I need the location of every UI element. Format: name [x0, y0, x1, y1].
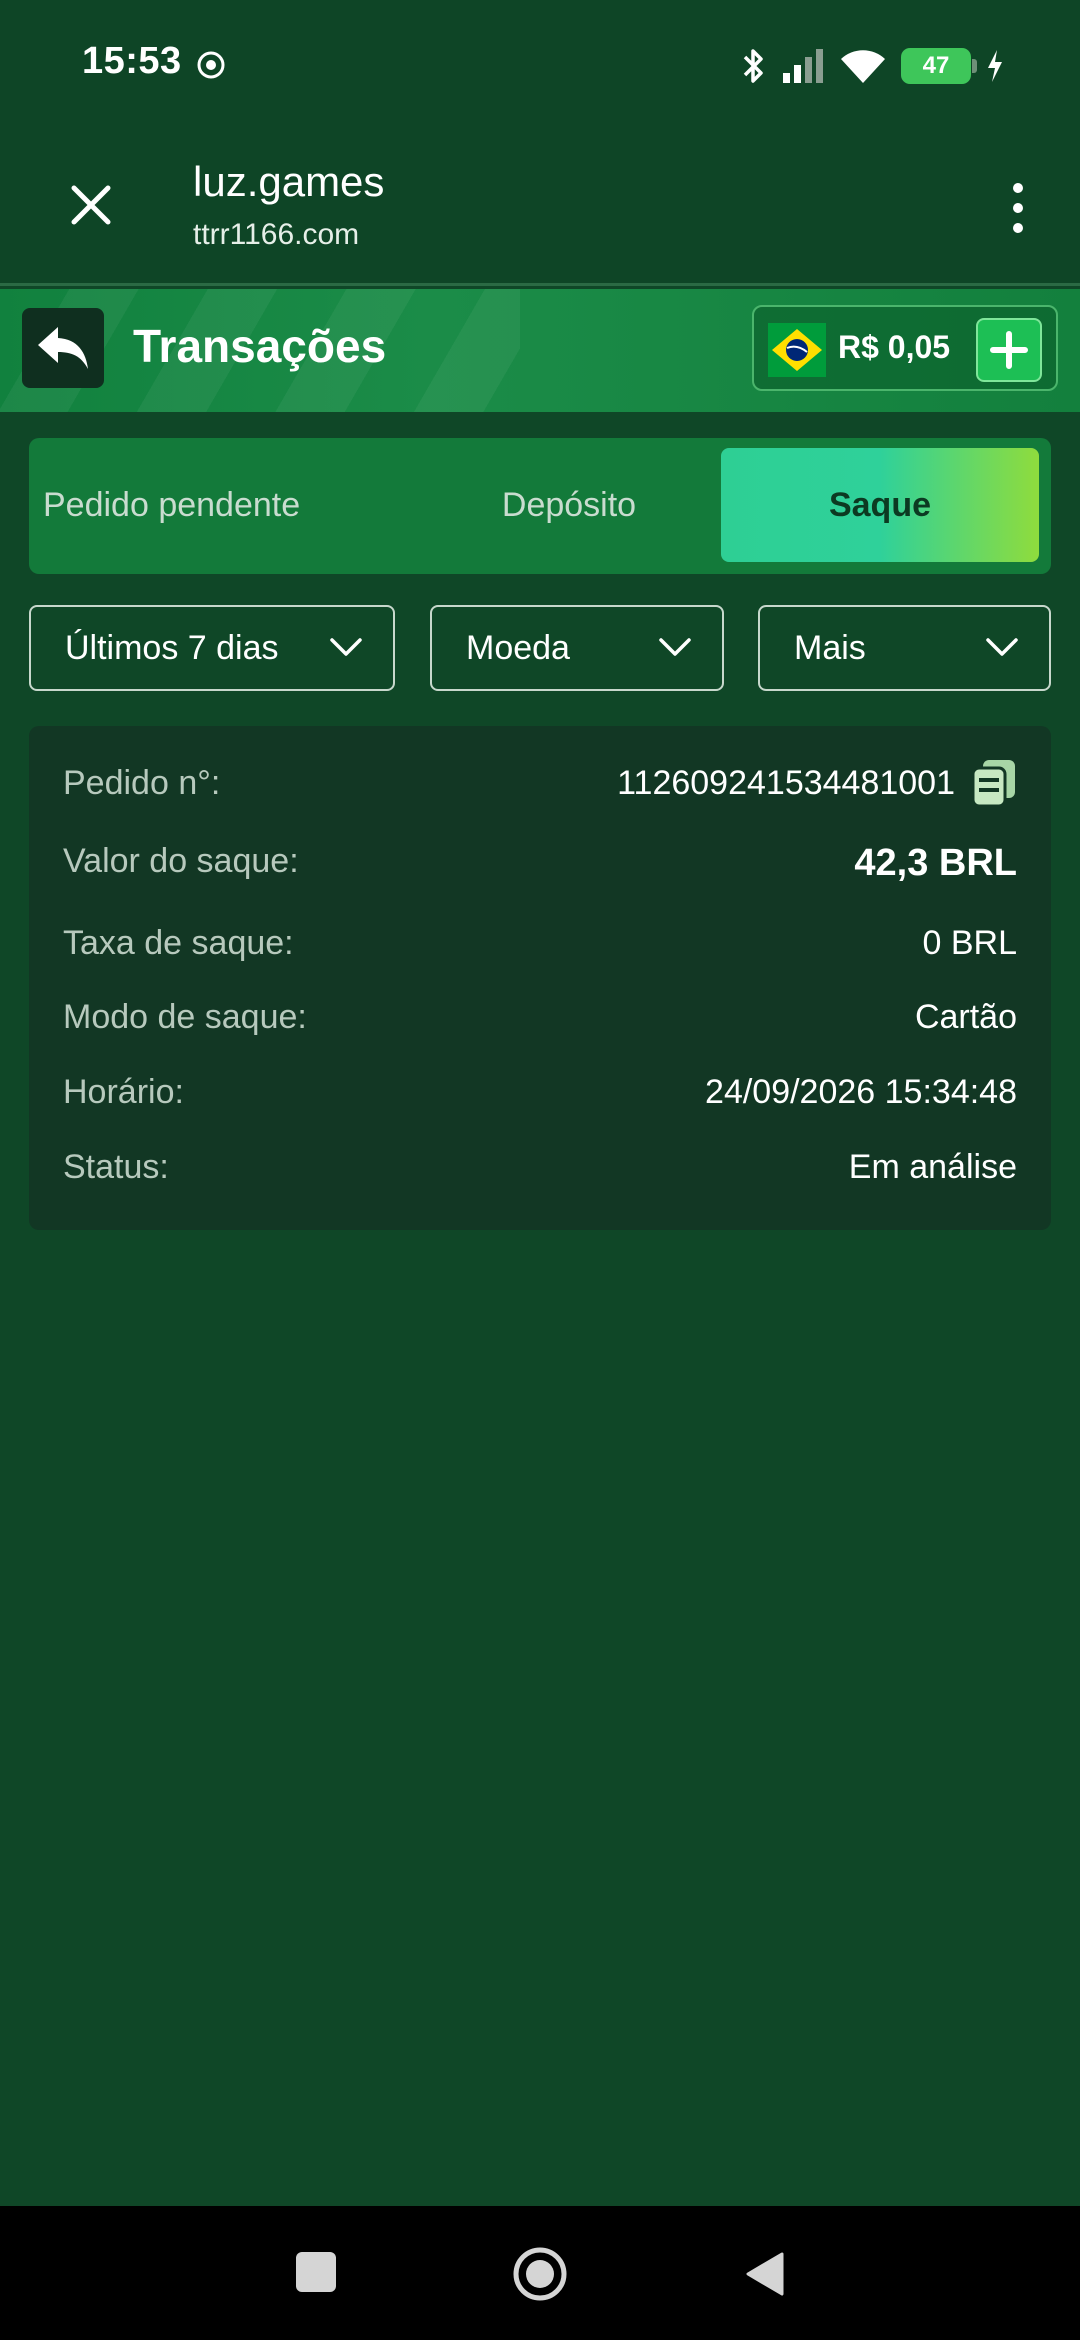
home-button[interactable]: [512, 2246, 568, 2302]
chevron-down-icon: [659, 638, 691, 656]
tab-label: Saque: [828, 485, 932, 524]
bluetooth-icon: [743, 49, 763, 83]
status-bar: 15:53 47: [0, 0, 1080, 130]
more-label: Mais: [794, 628, 866, 667]
tab-withdrawal[interactable]: Saque: [721, 448, 1039, 562]
tab-pending-order[interactable]: Pedido pendente: [43, 448, 373, 562]
period-dropdown[interactable]: Últimos 7 dias: [29, 605, 395, 691]
balance-amount: R$ 0,05: [838, 329, 951, 365]
browser-toolbar: luz.games ttrr1166.com: [0, 130, 1080, 286]
back-nav-button[interactable]: [744, 2250, 786, 2298]
site-url: ttrr1166.com: [193, 218, 360, 251]
chevron-down-icon: [330, 638, 362, 656]
tab-label: Pedido pendente: [43, 485, 301, 524]
withdrawal-fee-label: Taxa de saque:: [63, 924, 294, 962]
currency-dropdown[interactable]: Moeda: [430, 605, 724, 691]
status-label: Status:: [63, 1148, 169, 1186]
recents-button[interactable]: [296, 2252, 336, 2292]
withdrawal-mode-row: Modo de saque: Cartão: [63, 998, 1017, 1048]
page-title: Transações: [133, 320, 387, 372]
withdrawal-amount-row: Valor do saque: 42,3 BRL: [63, 842, 1017, 892]
back-button[interactable]: [22, 308, 104, 388]
system-nav-bar: [0, 2206, 1080, 2340]
close-icon[interactable]: [66, 180, 116, 230]
status-icons: 47: [741, 44, 1005, 88]
balance-widget: R$ 0,05: [752, 305, 1058, 391]
more-dropdown[interactable]: Mais: [758, 605, 1051, 691]
copy-icon[interactable]: [971, 758, 1017, 808]
add-funds-button[interactable]: [976, 318, 1042, 382]
currency-label: Moeda: [466, 628, 570, 667]
battery-level: 47: [922, 52, 950, 79]
transaction-card: Pedido n°: 112609241534481001 Valor do s…: [29, 726, 1051, 1230]
withdrawal-mode-label: Modo de saque:: [63, 998, 307, 1036]
status-row: Status: Em análise: [63, 1148, 1017, 1198]
time-row: Horário: 24/09/2026 15:34:48: [63, 1073, 1017, 1123]
order-number-label: Pedido n°:: [63, 764, 221, 802]
page-header: Transações R$ 0,05: [0, 289, 1080, 412]
withdrawal-amount-label: Valor do saque:: [63, 842, 299, 880]
chrome-icon: [197, 51, 225, 79]
order-number-row: Pedido n°: 112609241534481001: [63, 760, 1017, 814]
time-value: 24/09/2026 15:34:48: [705, 1073, 1017, 1111]
order-number-value: 112609241534481001: [617, 764, 955, 802]
withdrawal-mode-value: Cartão: [914, 998, 1017, 1036]
more-vert-icon[interactable]: [1008, 180, 1028, 236]
status-time: 15:53: [82, 40, 182, 82]
tab-label: Depósito: [501, 485, 637, 524]
tab-deposit[interactable]: Depósito: [389, 448, 749, 562]
battery-icon: 47: [901, 48, 977, 84]
status-value: Em análise: [848, 1148, 1017, 1186]
reply-arrow-icon: [38, 327, 88, 369]
withdrawal-amount-value: 42,3 BRL: [854, 842, 1017, 884]
period-label: Últimos 7 dias: [65, 628, 279, 667]
transaction-tabs: Pedido pendente Depósito Saque: [29, 438, 1051, 574]
time-label: Horário:: [63, 1073, 184, 1111]
site-title: luz.games: [193, 158, 385, 205]
chevron-down-icon: [986, 638, 1018, 656]
withdrawal-fee-row: Taxa de saque: 0 BRL: [63, 924, 1017, 974]
brazil-flag-icon: [768, 323, 826, 377]
withdrawal-fee-value: 0 BRL: [922, 924, 1018, 962]
charging-icon: [988, 50, 1002, 82]
plus-icon: [990, 331, 1028, 369]
app-root: 15:53 47 luz.games ttrr1166.com Transaçõ…: [0, 0, 1080, 2340]
wifi-icon: [841, 50, 885, 83]
signal-icon: [783, 49, 823, 83]
